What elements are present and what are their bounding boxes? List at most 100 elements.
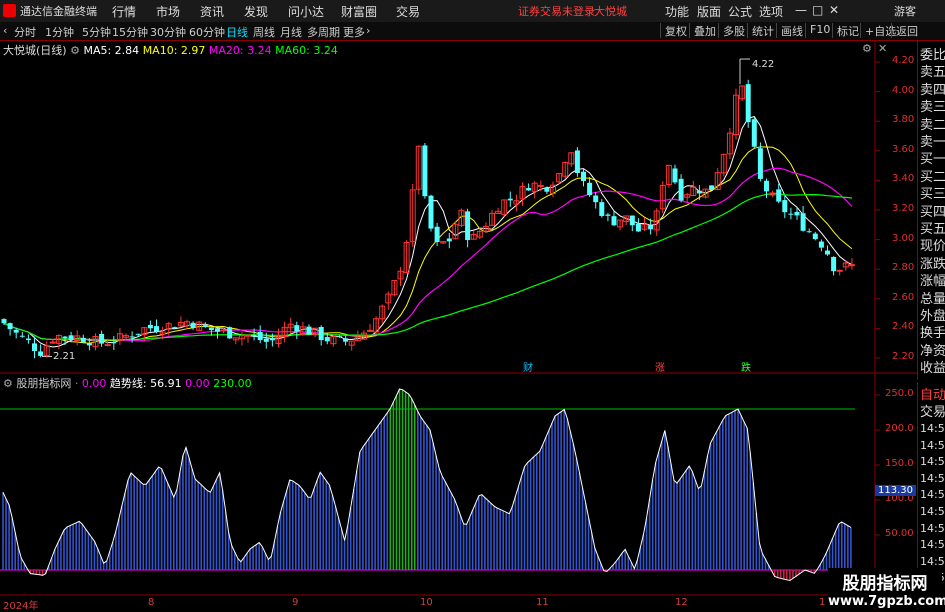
quote-row-label: 现价: [920, 239, 945, 255]
maximize-icon[interactable]: □: [812, 3, 823, 17]
candle-body: [696, 190, 702, 194]
menu-caifuquan[interactable]: 财富圈: [341, 3, 377, 20]
y-tick-label: 2.80: [892, 262, 915, 274]
y-tick-label: 2.40: [892, 321, 915, 333]
candle-body: [507, 198, 513, 201]
menu-faxian[interactable]: 发现: [244, 3, 268, 20]
candle-body: [825, 250, 830, 255]
period-multi[interactable]: 多周期: [307, 24, 340, 40]
period-weekly[interactable]: 周线: [253, 24, 275, 40]
candle-body: [581, 171, 586, 181]
period-5min[interactable]: 5分钟: [82, 24, 111, 40]
y-tick-label: 3.20: [892, 203, 915, 214]
menu-banmian[interactable]: 版面: [697, 3, 721, 20]
quote-row-label: 收益: [920, 361, 945, 377]
quote-row-label: 卖二: [920, 117, 945, 133]
menu-xuanxiang[interactable]: 选项: [759, 3, 783, 20]
auto-trade-label[interactable]: 交易: [920, 401, 945, 420]
btn-fanhui[interactable]: 返回: [891, 23, 922, 38]
btn-huaxian[interactable]: 画线: [776, 23, 807, 38]
app-title: 通达信金融终端: [20, 5, 97, 18]
menu-wenxiaoda[interactable]: 问小达: [288, 3, 324, 20]
quote-row-label: 买五: [920, 222, 945, 237]
x-label-jan: 1: [819, 597, 826, 608]
y-tick-label: 2.60: [892, 291, 915, 303]
menu-hangqing[interactable]: 行情: [112, 3, 136, 20]
login-notice[interactable]: 证券交易未登录: [518, 3, 595, 19]
chart-canvas[interactable]: [0, 40, 917, 609]
candle-body: [812, 233, 818, 240]
quote-row-label: 涨跌: [920, 256, 945, 272]
candle-body: [599, 202, 605, 216]
candle-body: [537, 184, 544, 187]
period-fenshi[interactable]: 分时: [14, 24, 36, 40]
sub-y-tick-label: 250.0: [885, 388, 914, 399]
menu-shichang[interactable]: 市场: [156, 3, 180, 20]
quote-row-label: 委比: [920, 48, 945, 63]
candle-body: [678, 178, 684, 201]
candle-body: [215, 328, 220, 332]
quote-row-label: 换手: [920, 326, 945, 342]
candle-body: [294, 325, 300, 332]
candle-body: [129, 336, 135, 338]
candle-body: [257, 331, 263, 341]
watermark: 股朋指标网 www.7gpzb.com: [828, 568, 945, 609]
period-15min[interactable]: 15分钟: [112, 24, 148, 40]
menu-gongneng[interactable]: 功能: [665, 3, 689, 20]
more-chevron-icon[interactable]: ›: [366, 24, 370, 37]
menu-gongshi[interactable]: 公式: [728, 3, 752, 20]
ma60-line: [3, 192, 852, 341]
period-more[interactable]: 更多: [343, 24, 365, 40]
candle-body: [745, 84, 751, 123]
btn-f10[interactable]: F10: [805, 23, 834, 38]
title-bar: 通达信金融终端 行情 市场 资讯 发现 问小达 财富圈 交易 证券交易未登录 大…: [0, 0, 945, 23]
btn-fuquan[interactable]: 复权: [660, 23, 691, 38]
candle-body: [13, 329, 19, 333]
btn-duogu[interactable]: 多股: [718, 23, 749, 38]
candle-body: [269, 338, 275, 341]
period-monthly[interactable]: 月线: [280, 24, 302, 40]
candle-body: [251, 335, 257, 337]
watermark-line1: 股朋指标网: [842, 574, 928, 594]
y-tick-label: 3.80: [892, 114, 915, 126]
close-icon[interactable]: ✕: [829, 3, 839, 17]
quote-row-label: 卖一: [920, 135, 945, 150]
quote-panel: 委比 卖五 卖四 卖三 卖二 卖一 买一 买二 买三 买四 买五 现价 涨跌 涨幅 总量 外盘 换手 净资 收益: [917, 40, 945, 380]
marker-die[interactable]: 跌: [741, 359, 751, 374]
menu-zixun[interactable]: 资讯: [200, 3, 224, 20]
candle-body: [428, 195, 434, 229]
period-30min[interactable]: 30分钟: [150, 24, 186, 40]
period-daily[interactable]: 日线: [226, 24, 248, 40]
candle-body: [111, 342, 117, 344]
current-value-badge: 113.30: [875, 485, 916, 496]
candle-body: [836, 269, 843, 272]
btn-biaoji[interactable]: 标记: [832, 23, 863, 38]
candle-body: [227, 327, 233, 339]
candle-body: [635, 223, 641, 232]
y-tick-label: 2.20: [892, 351, 915, 362]
x-label-2024: 2024年: [3, 601, 39, 612]
ma5-line: [3, 116, 853, 348]
ma20-line: [3, 167, 853, 342]
menu-jiaoyi[interactable]: 交易: [396, 3, 420, 20]
candle-body: [1, 319, 7, 324]
btn-diejia[interactable]: 叠加: [689, 23, 720, 38]
guest-label[interactable]: 游客: [894, 3, 916, 19]
y-tick-label: 4.00: [892, 84, 915, 96]
candle-body: [245, 334, 251, 337]
minimize-icon[interactable]: —: [795, 3, 807, 17]
x-label-nov: 11: [536, 597, 549, 608]
x-label-oct: 10: [420, 597, 433, 608]
candle-body: [672, 168, 678, 183]
candle-body: [62, 336, 68, 339]
period-1min[interactable]: 1分钟: [45, 24, 74, 40]
quote-row-label: 买四: [920, 204, 945, 220]
quote-row-label: 买三: [920, 187, 945, 203]
period-60min[interactable]: 60分钟: [189, 24, 225, 40]
candle-body: [135, 333, 141, 335]
marker-zhang[interactable]: 涨: [655, 359, 665, 374]
marker-cai[interactable]: 财: [523, 359, 533, 374]
toolbar-left-arrow-icon[interactable]: ‹: [3, 24, 7, 37]
btn-tongji[interactable]: 统计: [747, 23, 778, 38]
quote-row-label: 涨幅: [920, 274, 945, 290]
